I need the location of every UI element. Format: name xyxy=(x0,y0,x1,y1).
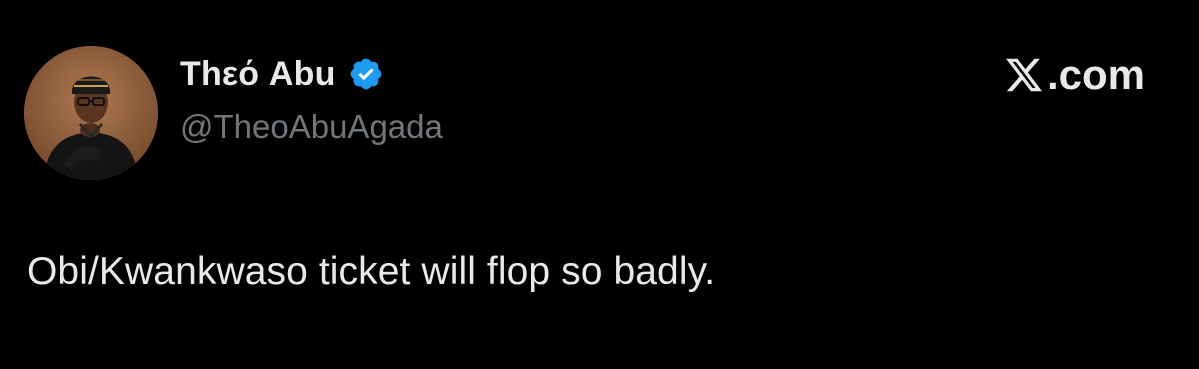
author-display-name[interactable]: Thεό Abu xyxy=(180,55,336,94)
avatar[interactable] xyxy=(24,46,158,180)
tweet-card: Thεό Abu @TheoAbuAgada .com Obi/Kwankwas… xyxy=(0,0,1199,369)
avatar-image xyxy=(24,46,158,180)
author-name-row: Thεό Abu xyxy=(180,52,384,96)
site-domain: .com xyxy=(1046,51,1145,98)
verified-badge-icon xyxy=(348,56,384,92)
site-watermark: .com xyxy=(1003,50,1145,100)
tweet-text: Obi/Kwankwaso ticket will flop so badly. xyxy=(27,250,716,293)
x-logo-icon xyxy=(1003,55,1045,95)
author-handle[interactable]: @TheoAbuAgada xyxy=(180,108,443,146)
